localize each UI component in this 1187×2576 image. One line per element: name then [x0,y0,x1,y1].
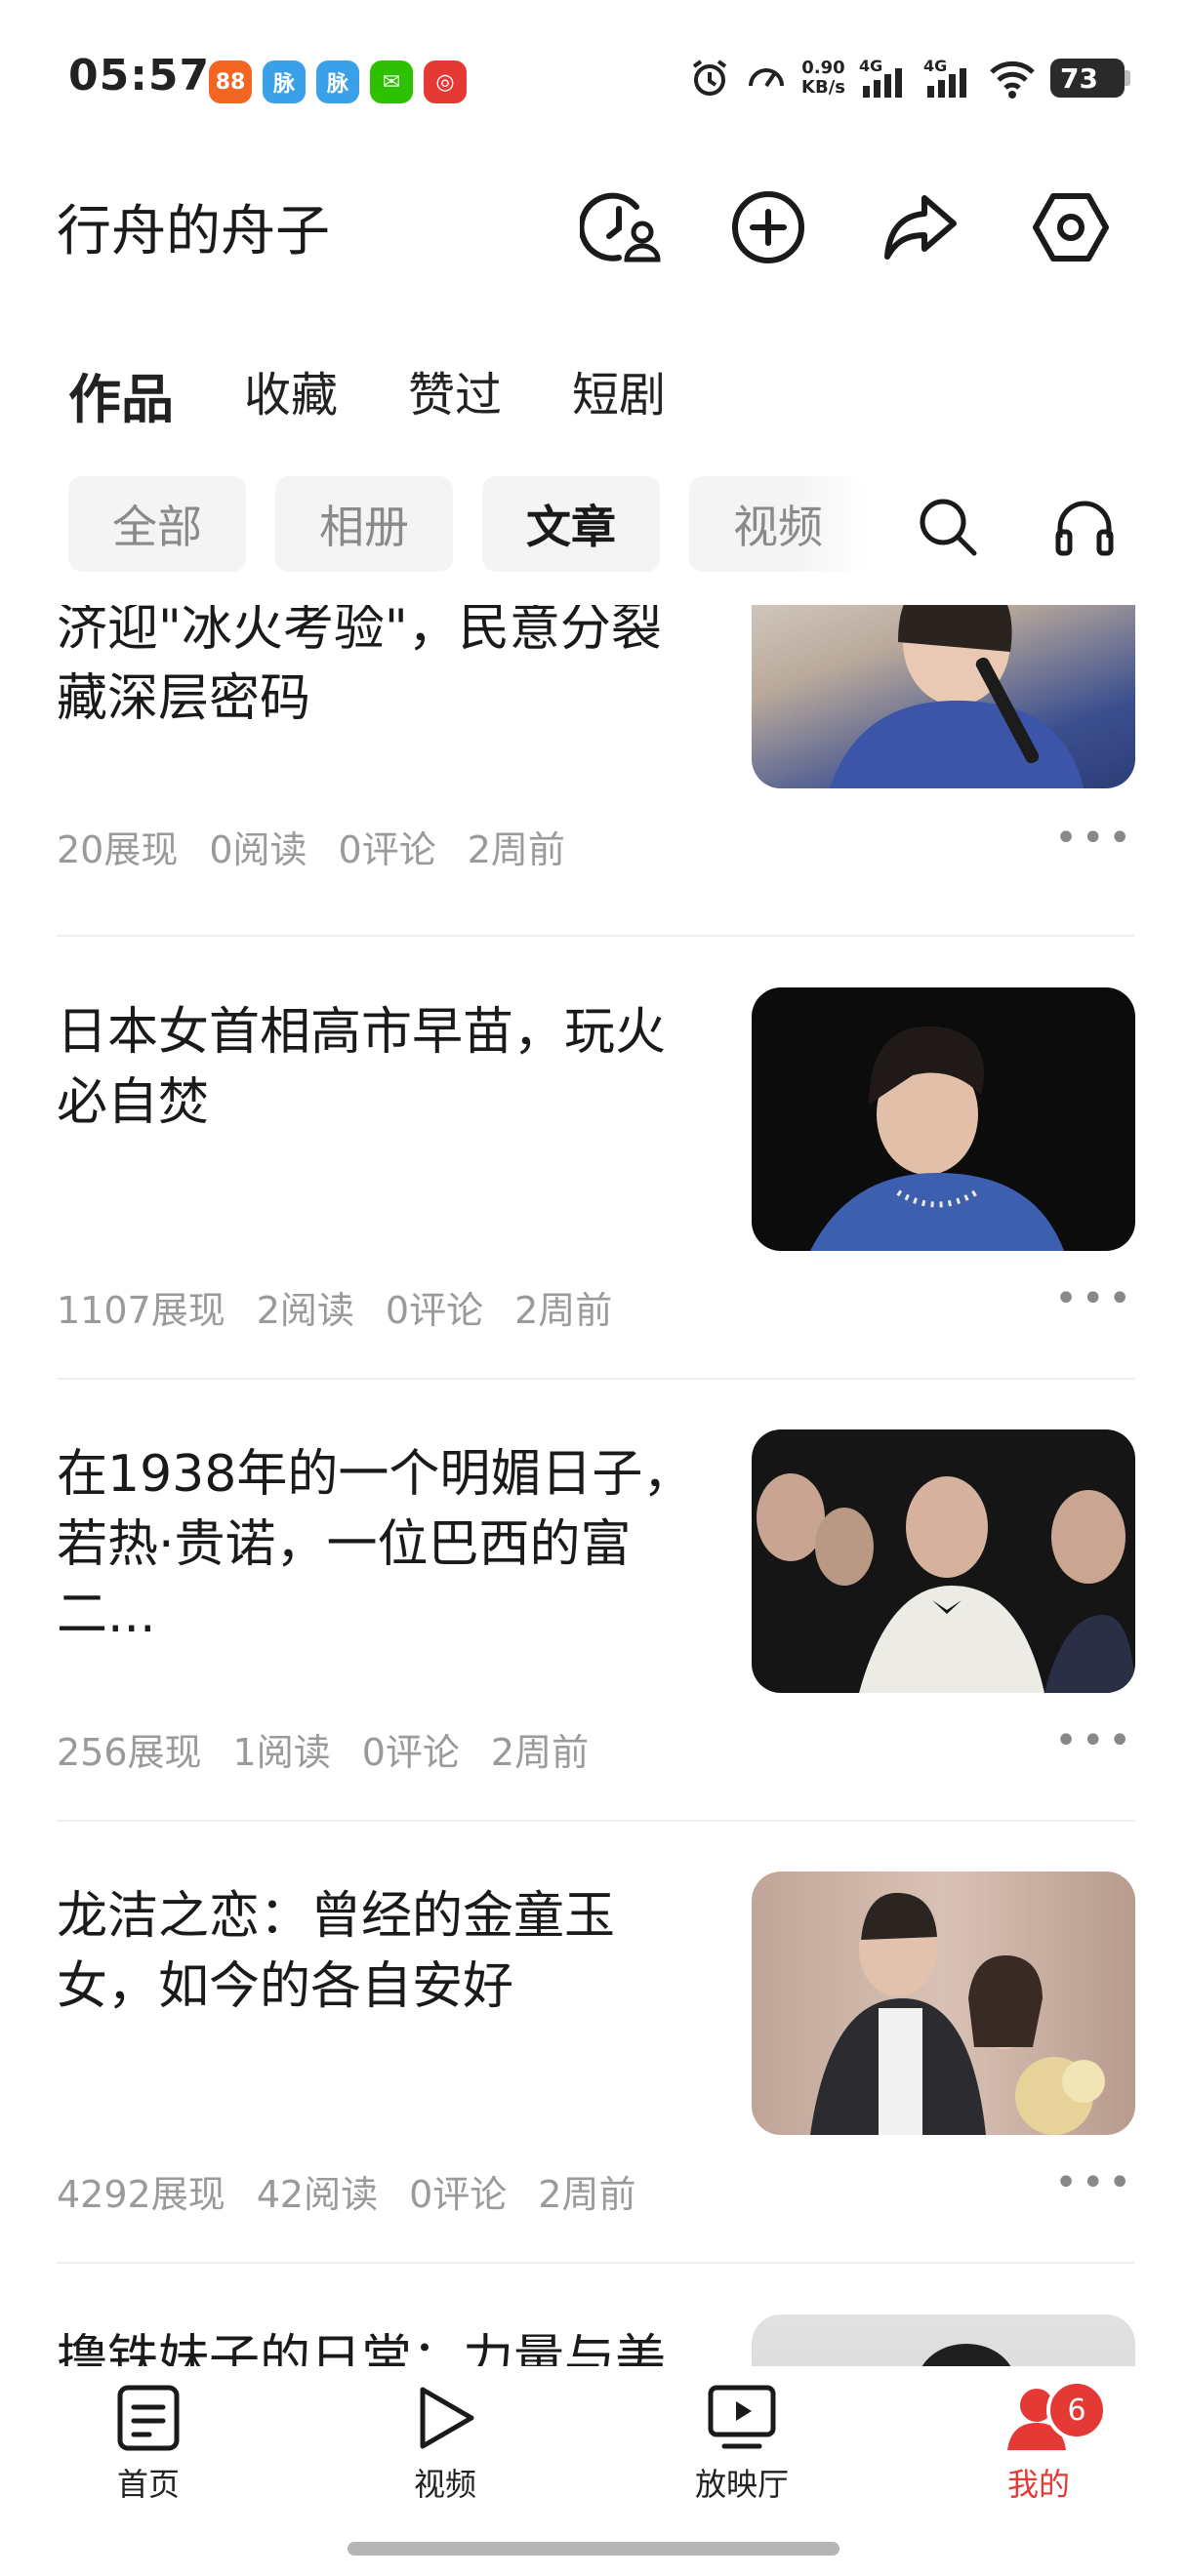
profile-header: 行舟的舟子 [0,166,1187,283]
article-stats: 20展现 0阅读 0评论 2周前 [57,820,565,873]
share-button[interactable] [877,183,964,271]
play-triangle-icon [420,2387,474,2449]
article-stats: 4292展现 42阅读 0评论 2周前 [57,2164,635,2218]
article-thumbnail[interactable] [752,1872,1135,2135]
status-bar: 05:57 88 脉 脉 ✉ ◎ 0.90 KB/s 4G 4G 73 [0,0,1187,166]
article-thumbnail[interactable] [752,2314,1135,2366]
alarm-icon [688,57,731,100]
more-options-button[interactable]: ••• [1054,1276,1135,1321]
article-thumbnail[interactable] [752,1429,1135,1693]
tab-works[interactable]: 作品 [68,356,174,433]
portrait-photo-illustration [830,605,1084,788]
battery-indicator: 73 [1050,59,1130,98]
profile-tabs: 作品 收藏 赞过 短剧 [68,356,736,433]
nav-me[interactable]: 6 我的 [961,2380,1117,2505]
more-options-button[interactable]: ••• [1054,816,1135,861]
comments-count: 0评论 [361,1731,460,1774]
tab-favorites[interactable]: 收藏 [244,356,338,433]
views-count: 1107展现 [57,1289,225,1332]
tab-short-drama[interactable]: 短剧 [572,356,666,433]
list-item[interactable]: 济迎"冰火考验"，民意分裂 藏深层密码 20展现 0阅读 0评论 2周前 ••• [57,605,1135,886]
article-list: 济迎"冰火考验"，民意分裂 藏深层密码 20展现 0阅读 0评论 2周前 •••… [0,605,1187,2366]
article-doc-icon [117,2385,180,2451]
signal-4g-2: 4G [923,57,974,100]
plus-circle-icon [732,191,804,263]
chip-album[interactable]: 相册 [275,476,453,572]
list-item[interactable]: 日本女首相高市早苗，玩火 必自焚 1107展现 2阅读 0评论 2周前 ••• [57,987,1135,1339]
wechat-icon: ✉ [370,60,413,103]
history-user-button[interactable] [578,183,666,271]
listen-button[interactable] [1041,483,1128,571]
publish-time: 2周前 [490,1731,590,1774]
net-speed: 0.90 KB/s [801,58,845,98]
chip-all[interactable]: 全部 [68,476,246,572]
orange-app-icon: 88 [209,60,252,103]
nav-theater[interactable]: 放映厅 [664,2384,820,2505]
system-icons: 0.90 KB/s 4G 4G 73 [688,57,1130,100]
search-icon [920,499,977,556]
portrait-photo-illustration [921,2344,1011,2366]
divider [57,2262,1135,2264]
article-title[interactable]: 在1938年的一个明媚日子， 若热·贵诺，一位巴西的富 二... [57,1439,720,1650]
reads-count: 1阅读 [232,1731,331,1774]
wifi-icon [988,57,1037,100]
publish-time: 2周前 [538,2173,636,2216]
publish-time: 2周前 [514,1289,613,1332]
article-thumbnail[interactable] [752,987,1135,1251]
publish-time: 2周前 [467,828,565,871]
article-thumbnail[interactable] [752,605,1135,788]
comments-count: 0评论 [338,828,436,871]
profile-username: 行舟的舟子 [57,200,330,263]
group-photo-illustration [757,1473,1135,1693]
views-count: 256展现 [57,1731,202,1774]
article-title[interactable]: 龙洁之恋：曾经的金童玉 女，如今的各自安好 [57,1881,720,2022]
views-count: 20展现 [57,828,179,871]
divider [57,1820,1135,1822]
home-indicator[interactable] [348,2542,839,2556]
views-count: 4292展现 [57,2173,225,2216]
nav-home[interactable]: 首页 [70,2384,226,2505]
reads-count: 2阅读 [256,1289,354,1332]
reads-count: 42阅读 [256,2173,379,2216]
chip-videos[interactable]: 视频 [689,476,867,572]
couple-photo-illustration [810,1892,1105,2135]
portrait-photo-illustration [810,1026,1064,1251]
tab-liked[interactable]: 赞过 [408,356,502,433]
maimai-icon-2: 脉 [316,60,359,103]
headphones-icon [1055,501,1114,556]
divider [57,1378,1135,1380]
article-stats: 256展现 1阅读 0评论 2周前 [57,1722,589,1776]
netease-music-icon: ◎ [424,60,467,103]
status-time: 05:57 [68,51,211,101]
article-stats: 1107展现 2阅读 0评论 2周前 [57,1280,612,1334]
chip-articles[interactable]: 文章 [482,476,660,572]
maimai-icon: 脉 [263,60,306,103]
notification-badge: 6 [1046,2380,1107,2440]
article-title[interactable]: 济迎"冰火考验"，民意分裂 藏深层密码 [57,605,720,734]
speedometer-icon [745,57,788,100]
list-item[interactable]: 撸铁妹子的日常：力量与美 [57,2314,1135,2366]
signal-4g-1: 4G [859,57,910,100]
nav-video[interactable]: 视频 [367,2384,523,2505]
comments-count: 0评论 [409,2173,508,2216]
search-button[interactable] [904,483,992,571]
more-options-button[interactable]: ••• [1054,1718,1135,1763]
content-filter-chips: 全部 相册 文章 视频 [68,476,896,572]
comments-count: 0评论 [385,1289,484,1332]
tv-play-icon [708,2385,776,2449]
divider [57,935,1135,937]
settings-button[interactable] [1027,183,1115,271]
list-item[interactable]: 龙洁之恋：曾经的金童玉 女，如今的各自安好 4292展现 42阅读 0评论 2周… [57,1872,1135,2223]
article-title[interactable]: 日本女首相高市早苗，玩火 必自焚 [57,997,720,1138]
create-button[interactable] [724,183,812,271]
list-item[interactable]: 在1938年的一个明媚日子， 若热·贵诺，一位巴西的富 二... 256展现 1… [57,1429,1135,1781]
hexagon-settings-icon [1033,193,1109,262]
more-options-button[interactable]: ••• [1054,2160,1135,2205]
notification-icons: 88 脉 脉 ✉ ◎ [209,60,467,103]
clock-user-icon [580,192,661,262]
reads-count: 0阅读 [209,828,307,871]
share-arrow-icon [884,195,957,260]
article-title[interactable]: 撸铁妹子的日常：力量与美 [57,2324,720,2366]
